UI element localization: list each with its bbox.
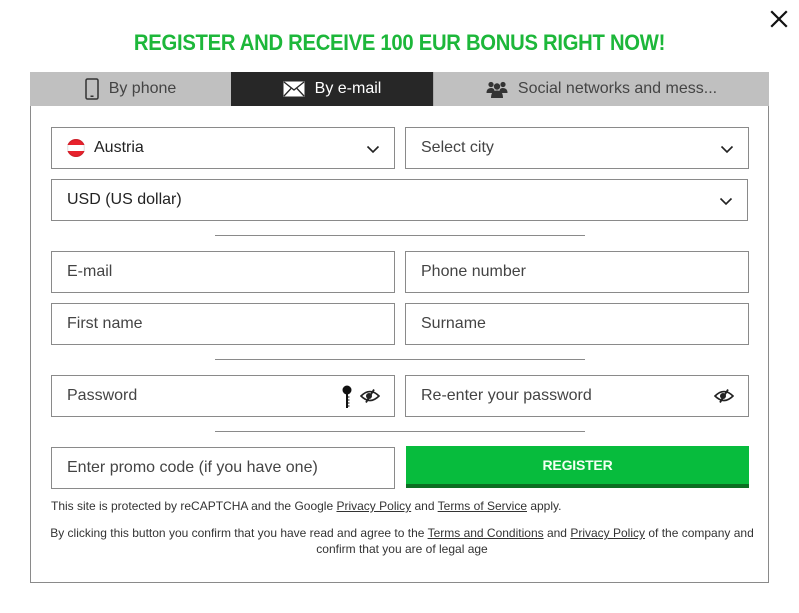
close-icon [770,10,788,28]
surname-field[interactable]: Surname [405,303,749,345]
promo-code-field[interactable]: Enter promo code (if you have one) [51,447,395,489]
generate-password-key-icon[interactable] [342,385,352,409]
confirm-password-field[interactable]: Re-enter your password [405,375,749,417]
recaptcha-notice: This site is protected by reCAPTCHA and … [51,499,561,513]
notice-text: and [543,526,571,540]
tab-social-networks[interactable]: Social networks and mess... [433,72,769,106]
country-value: Austria [94,139,144,156]
registration-tabs: By phone By e-mail Social networks and m… [30,72,769,106]
email-placeholder: E-mail [67,263,113,280]
phone-placeholder: Phone number [421,263,526,280]
first-name-placeholder: First name [67,315,143,332]
registration-form: Austria Select city USD (US dollar) E-ma… [30,106,769,583]
divider [215,235,585,236]
notice-text: apply. [527,499,562,513]
notice-text: This site is protected by reCAPTCHA and … [51,499,337,513]
surname-placeholder: Surname [421,315,486,332]
confirm-password-placeholder: Re-enter your password [421,387,592,404]
password-placeholder: Password [67,387,138,404]
tab-label: By phone [108,80,177,97]
password-field[interactable]: Password [51,375,395,417]
country-select[interactable]: Austria [51,127,395,169]
divider [215,431,585,432]
chevron-down-icon [720,142,734,156]
toggle-password-visibility-icon[interactable] [714,388,734,404]
tab-by-phone[interactable]: By phone [30,72,231,106]
consent-notice: By clicking this button you confirm that… [47,525,757,557]
first-name-field[interactable]: First name [51,303,395,345]
page-title: REGISTER AND RECEIVE 100 EUR BONUS RIGHT… [133,30,666,55]
privacy-policy-link[interactable]: Privacy Policy [570,526,645,540]
promo-placeholder: Enter promo code (if you have one) [67,459,318,476]
close-button[interactable] [768,8,790,30]
tab-label: Social networks and mess... [517,80,718,97]
users-icon [486,81,508,98]
city-placeholder: Select city [421,139,494,156]
phone-number-field[interactable]: Phone number [405,251,749,293]
google-terms-of-service-link[interactable]: Terms of Service [438,499,527,513]
austria-flag-icon [67,139,85,157]
register-button[interactable]: REGISTER [406,446,749,488]
notice-text: By clicking this button you confirm that… [50,526,428,540]
chevron-down-icon [366,142,380,156]
email-field[interactable]: E-mail [51,251,395,293]
google-privacy-policy-link[interactable]: Privacy Policy [336,499,411,513]
tab-label: By e-mail [314,80,382,97]
notice-text: and [411,499,438,513]
envelope-icon [283,81,305,97]
currency-select[interactable]: USD (US dollar) [51,179,748,221]
tab-by-email[interactable]: By e-mail [231,72,433,106]
divider [215,359,585,360]
smartphone-icon [84,78,99,100]
city-select[interactable]: Select city [405,127,749,169]
chevron-down-icon [719,194,733,208]
currency-value: USD (US dollar) [67,191,182,208]
terms-and-conditions-link[interactable]: Terms and Conditions [428,526,544,540]
toggle-password-visibility-icon[interactable] [360,388,380,404]
